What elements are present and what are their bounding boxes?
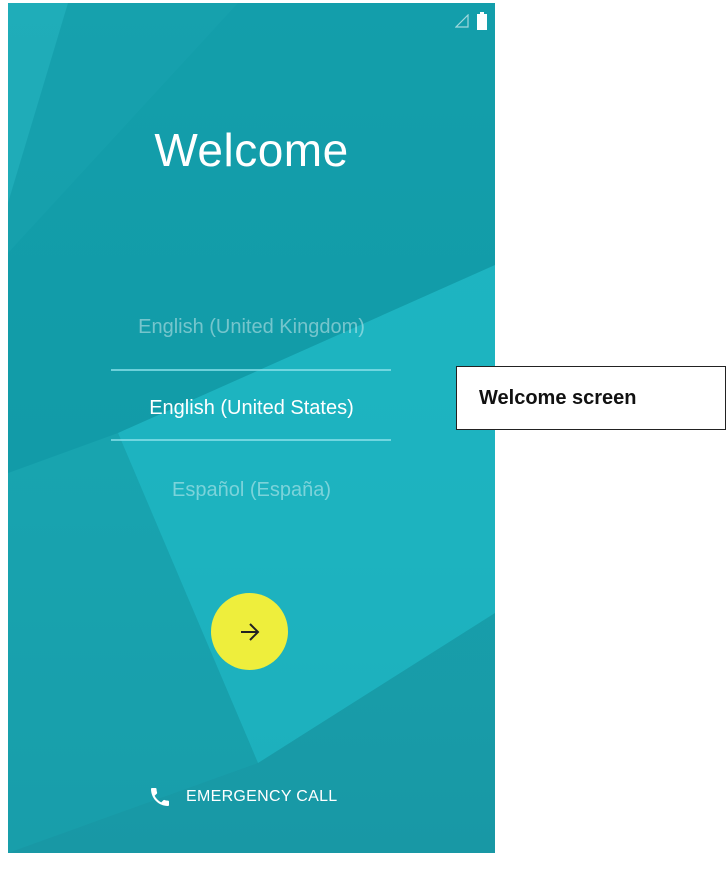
signal-icon — [455, 14, 469, 28]
language-option-selected[interactable]: English (United States) — [8, 397, 495, 420]
emergency-call-label: EMERGENCY CALL — [186, 788, 338, 805]
language-option[interactable]: English (United Kingdom) — [8, 316, 495, 339]
annotation-callout: Welcome screen — [456, 366, 726, 430]
arrow-right-icon — [240, 622, 259, 641]
phone-screen: Welcome English (United Kingdom) English… — [8, 3, 495, 853]
phone-icon — [151, 788, 169, 806]
page: Welcome English (United Kingdom) English… — [0, 0, 728, 877]
next-button[interactable] — [211, 593, 288, 670]
emergency-call-button[interactable]: EMERGENCY CALL — [148, 785, 338, 809]
status-bar — [455, 11, 487, 31]
language-option[interactable]: Español (España) — [8, 479, 495, 502]
picker-divider-top — [111, 369, 391, 371]
annotation-label: Welcome screen — [479, 386, 637, 409]
welcome-title: Welcome — [154, 124, 349, 176]
picker-divider-bottom — [111, 439, 391, 441]
battery-icon — [477, 12, 487, 30]
